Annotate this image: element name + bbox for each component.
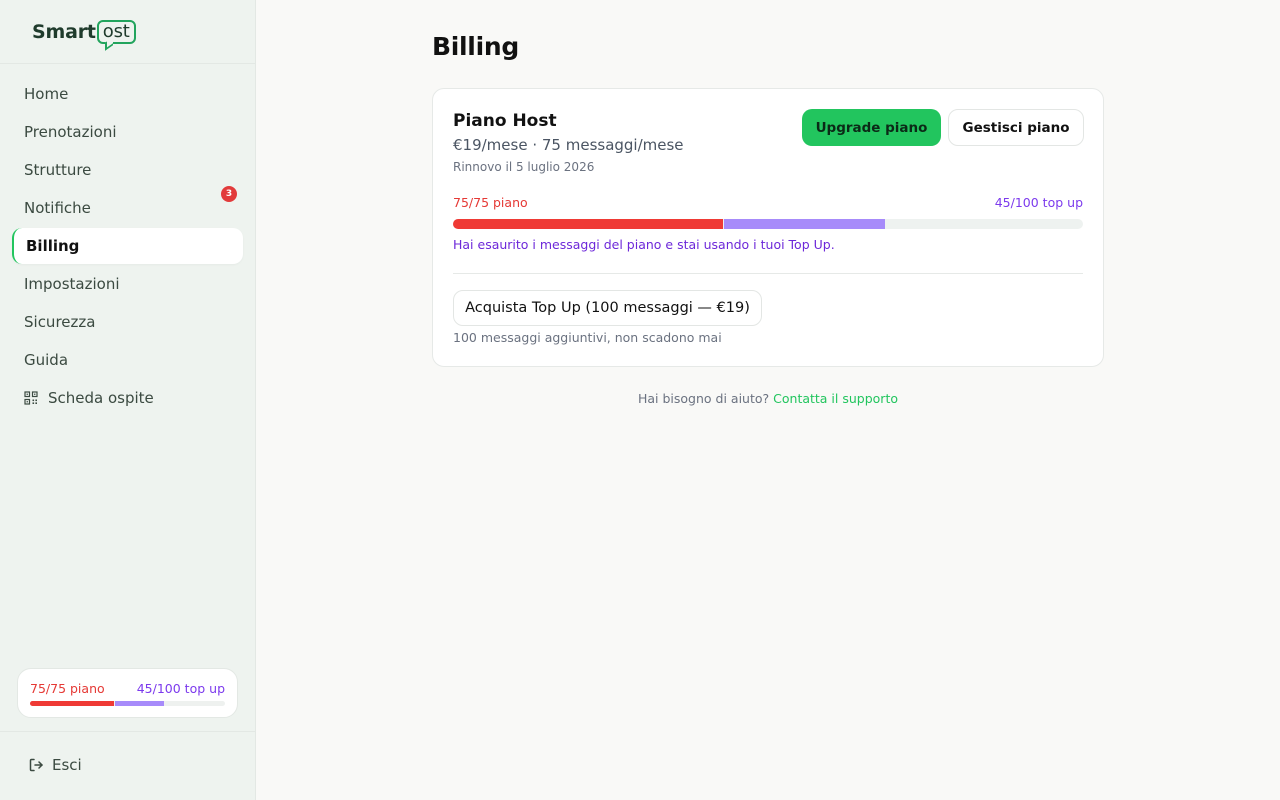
logo-ost: ost (96, 19, 136, 44)
topup-usage-label: 45/100 top up (994, 195, 1083, 210)
sidebar-item-label: Guida (24, 351, 69, 369)
upgrade-plan-button[interactable]: Upgrade piano (802, 109, 941, 146)
sidebar-item-label: Scheda ospite (48, 389, 154, 407)
sidebar-item-guida[interactable]: Guida (12, 342, 243, 378)
plan-price: €19/mese · 75 messaggi/mese (453, 136, 684, 154)
sidebar-item-label: Home (24, 85, 69, 103)
qr-code-icon (24, 391, 38, 405)
topup-usage-fill (724, 219, 885, 229)
logout-icon (29, 758, 43, 772)
contact-support-link[interactable]: Contatta il supporto (773, 391, 898, 406)
topup-usage-fill (114, 701, 164, 706)
sidebar-item-strutture[interactable]: Strutture (12, 152, 243, 188)
logo[interactable]: Smart ost (32, 19, 136, 44)
plan-usage-fill (453, 219, 723, 229)
manage-plan-button[interactable]: Gestisci piano (948, 109, 1084, 146)
divider (453, 273, 1083, 274)
logout-label: Esci (52, 756, 82, 774)
notification-badge: 3 (221, 186, 237, 202)
plan-usage-label: 75/75 piano (30, 681, 105, 696)
sidebar-item-sicurezza[interactable]: Sicurezza (12, 304, 243, 340)
help-footer: Hai bisogno di aiuto? Contatta il suppor… (432, 391, 1104, 406)
sidebar-item-notifiche[interactable]: Notifiche 3 (12, 186, 243, 226)
plan-renewal: Rinnovo il 5 luglio 2026 (453, 160, 595, 174)
sidebar-item-label: Billing (26, 237, 80, 255)
sidebar-item-label: Strutture (24, 161, 92, 179)
brand: Smart ost (0, 0, 255, 64)
usage-row: 75/75 piano 45/100 top up (453, 195, 1083, 210)
sidebar-item-impostazioni[interactable]: Impostazioni (12, 266, 243, 302)
sidebar-item-label: Impostazioni (24, 275, 120, 293)
sidebar-nav: Home Prenotazioni Strutture Notifiche 3 … (0, 64, 255, 416)
buy-topup-button[interactable]: Acquista Top Up (100 messaggi — €19) (453, 290, 762, 326)
sidebar-item-label: Sicurezza (24, 313, 96, 331)
help-text: Hai bisogno di aiuto? (637, 391, 770, 406)
page-title: Billing (432, 32, 519, 61)
sidebar-item-label: Notifiche (24, 199, 91, 217)
sidebar-item-scheda-ospite[interactable]: Scheda ospite (12, 380, 243, 416)
topup-note: 100 messaggi aggiuntivi, non scadono mai (453, 330, 722, 345)
sidebar-item-prenotazioni[interactable]: Prenotazioni (12, 114, 243, 150)
sidebar-item-label: Prenotazioni (24, 123, 117, 141)
plan-card: Piano Host €19/mese · 75 messaggi/mese R… (432, 88, 1104, 367)
sidebar-usage-card: 75/75 piano 45/100 top up (17, 668, 238, 718)
plan-usage-label: 75/75 piano (453, 195, 528, 210)
sidebar: Smart ost Home Prenotazioni Strutture Not… (0, 0, 256, 800)
sidebar-item-billing[interactable]: Billing (12, 228, 243, 264)
sidebar-item-home[interactable]: Home (12, 76, 243, 112)
logo-smart: Smart (32, 20, 96, 43)
logout-button[interactable]: Esci (28, 756, 82, 774)
usage-bar (453, 219, 1083, 229)
usage-warning: Hai esaurito i messaggi del piano e stai… (453, 237, 835, 252)
topup-usage-label: 45/100 top up (136, 681, 225, 696)
usage-labels: 75/75 piano 45/100 top up (30, 681, 225, 696)
sidebar-footer: Esci (0, 731, 256, 800)
sidebar-usage-bar (30, 701, 225, 706)
plan-usage-fill (30, 701, 114, 706)
plan-name: Piano Host (453, 111, 557, 131)
